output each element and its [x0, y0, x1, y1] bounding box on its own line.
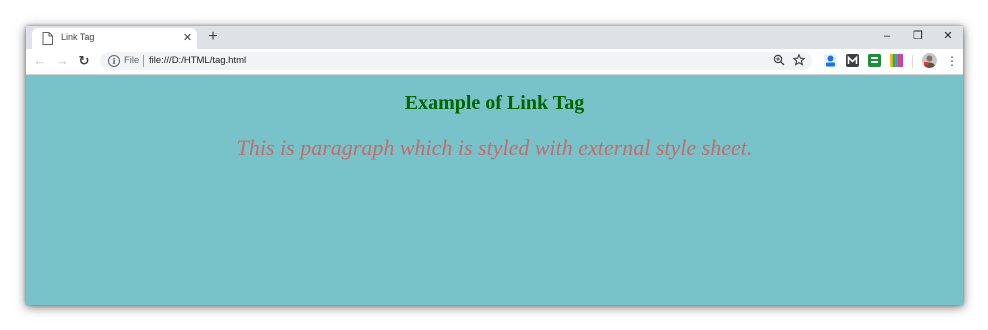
info-icon[interactable]: i: [108, 55, 120, 67]
close-window-button[interactable]: ✕: [933, 26, 963, 46]
restore-button[interactable]: ❐: [903, 26, 933, 46]
url-text[interactable]: file:///D:/HTML/tag.html: [149, 55, 246, 66]
minimize-button[interactable]: –: [872, 26, 902, 46]
extension-m-icon[interactable]: [846, 54, 859, 67]
styled-paragraph: This is paragraph which is styled with e…: [236, 135, 753, 160]
menu-icon[interactable]: ⋮: [944, 53, 960, 69]
page-heading: Example of Link Tag: [404, 92, 585, 114]
extension-green-icon[interactable]: [868, 54, 881, 67]
browser-window: Link Tag ✕ + – ❐ ✕ ← → ↻ i File file:///…: [26, 26, 963, 305]
tab-link-tag[interactable]: Link Tag ✕: [32, 28, 197, 49]
back-button[interactable]: ←: [32, 53, 48, 69]
scheme-label: File: [124, 55, 140, 66]
toolbar-divider: [912, 55, 913, 68]
new-tab-button[interactable]: +: [204, 28, 222, 46]
profile-avatar[interactable]: [922, 53, 937, 68]
extension-account-icon[interactable]: [824, 54, 837, 67]
extension-colorbars-icon[interactable]: [890, 54, 903, 67]
zoom-icon[interactable]: [772, 54, 786, 68]
reload-button[interactable]: ↻: [76, 53, 92, 69]
star-icon[interactable]: [792, 53, 806, 68]
forward-button[interactable]: →: [54, 53, 70, 69]
close-tab-icon[interactable]: ✕: [181, 32, 194, 45]
tab-strip: Link Tag ✕ + – ❐ ✕: [26, 26, 963, 49]
address-separator: [143, 55, 144, 67]
tab-title: Link Tag: [61, 32, 95, 42]
page-icon: [42, 32, 53, 45]
browser-toolbar: ← → ↻ i File file:///D:/HTML/tag.html ⋮: [26, 49, 963, 75]
page-content: Example of Link Tag This is paragraph wh…: [26, 75, 963, 305]
address-bar[interactable]: i File file:///D:/HTML/tag.html: [100, 52, 812, 70]
